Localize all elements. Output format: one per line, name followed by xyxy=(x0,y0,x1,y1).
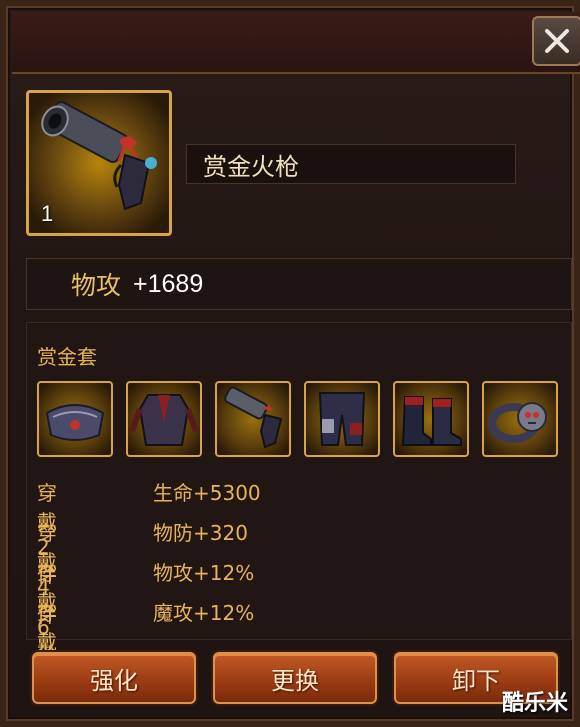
set-title: 赏金套 xyxy=(37,345,97,369)
item-name: 赏金火枪 xyxy=(186,144,516,184)
set-item-slot[interactable] xyxy=(215,381,291,457)
set-bonus-panel: 赏金套 穿戴2件 生命+5300 穿戴4件 物防+320 穿戴6 物攻+12% … xyxy=(26,322,572,707)
item-count: 1 xyxy=(41,201,54,226)
bonus-effect: 物防+320 xyxy=(153,521,248,545)
flintlock-pistol-icon xyxy=(224,386,283,449)
watermark: 酷乐米 xyxy=(501,691,568,716)
boots-icon xyxy=(401,396,462,446)
title-bar xyxy=(12,12,580,74)
shoulder-armor-icon xyxy=(45,404,105,441)
leg-armor-icon xyxy=(318,392,366,446)
stat-value: +1689 xyxy=(133,269,204,298)
item-slot: 1 xyxy=(26,90,172,236)
stat-label: 物攻 xyxy=(71,271,122,300)
set-item-slot[interactable] xyxy=(482,381,558,457)
set-items-row xyxy=(37,381,563,461)
chest-armor-icon xyxy=(129,394,199,446)
main-stat-row: 物攻 +1689 xyxy=(26,258,572,310)
replace-button[interactable]: 更换 xyxy=(213,652,377,704)
set-item-slot[interactable] xyxy=(393,381,469,457)
bonus-effect: 生命+5300 xyxy=(153,481,261,505)
equipment-panel: 1 赏金火枪 物攻 +1689 赏金套 穿戴2件 生命+5300 穿戴4件 物防… xyxy=(0,0,580,727)
close-button[interactable] xyxy=(532,16,580,66)
close-icon xyxy=(545,29,569,53)
set-item-slot[interactable] xyxy=(304,381,380,457)
enhance-button[interactable]: 强化 xyxy=(32,652,196,704)
set-item-slot[interactable] xyxy=(37,381,113,457)
bonus-effect: 魔攻+12% xyxy=(153,601,255,625)
bonus-effect: 物攻+12% xyxy=(153,561,255,585)
set-item-slot[interactable] xyxy=(126,381,202,457)
skull-ring-icon xyxy=(488,402,547,443)
